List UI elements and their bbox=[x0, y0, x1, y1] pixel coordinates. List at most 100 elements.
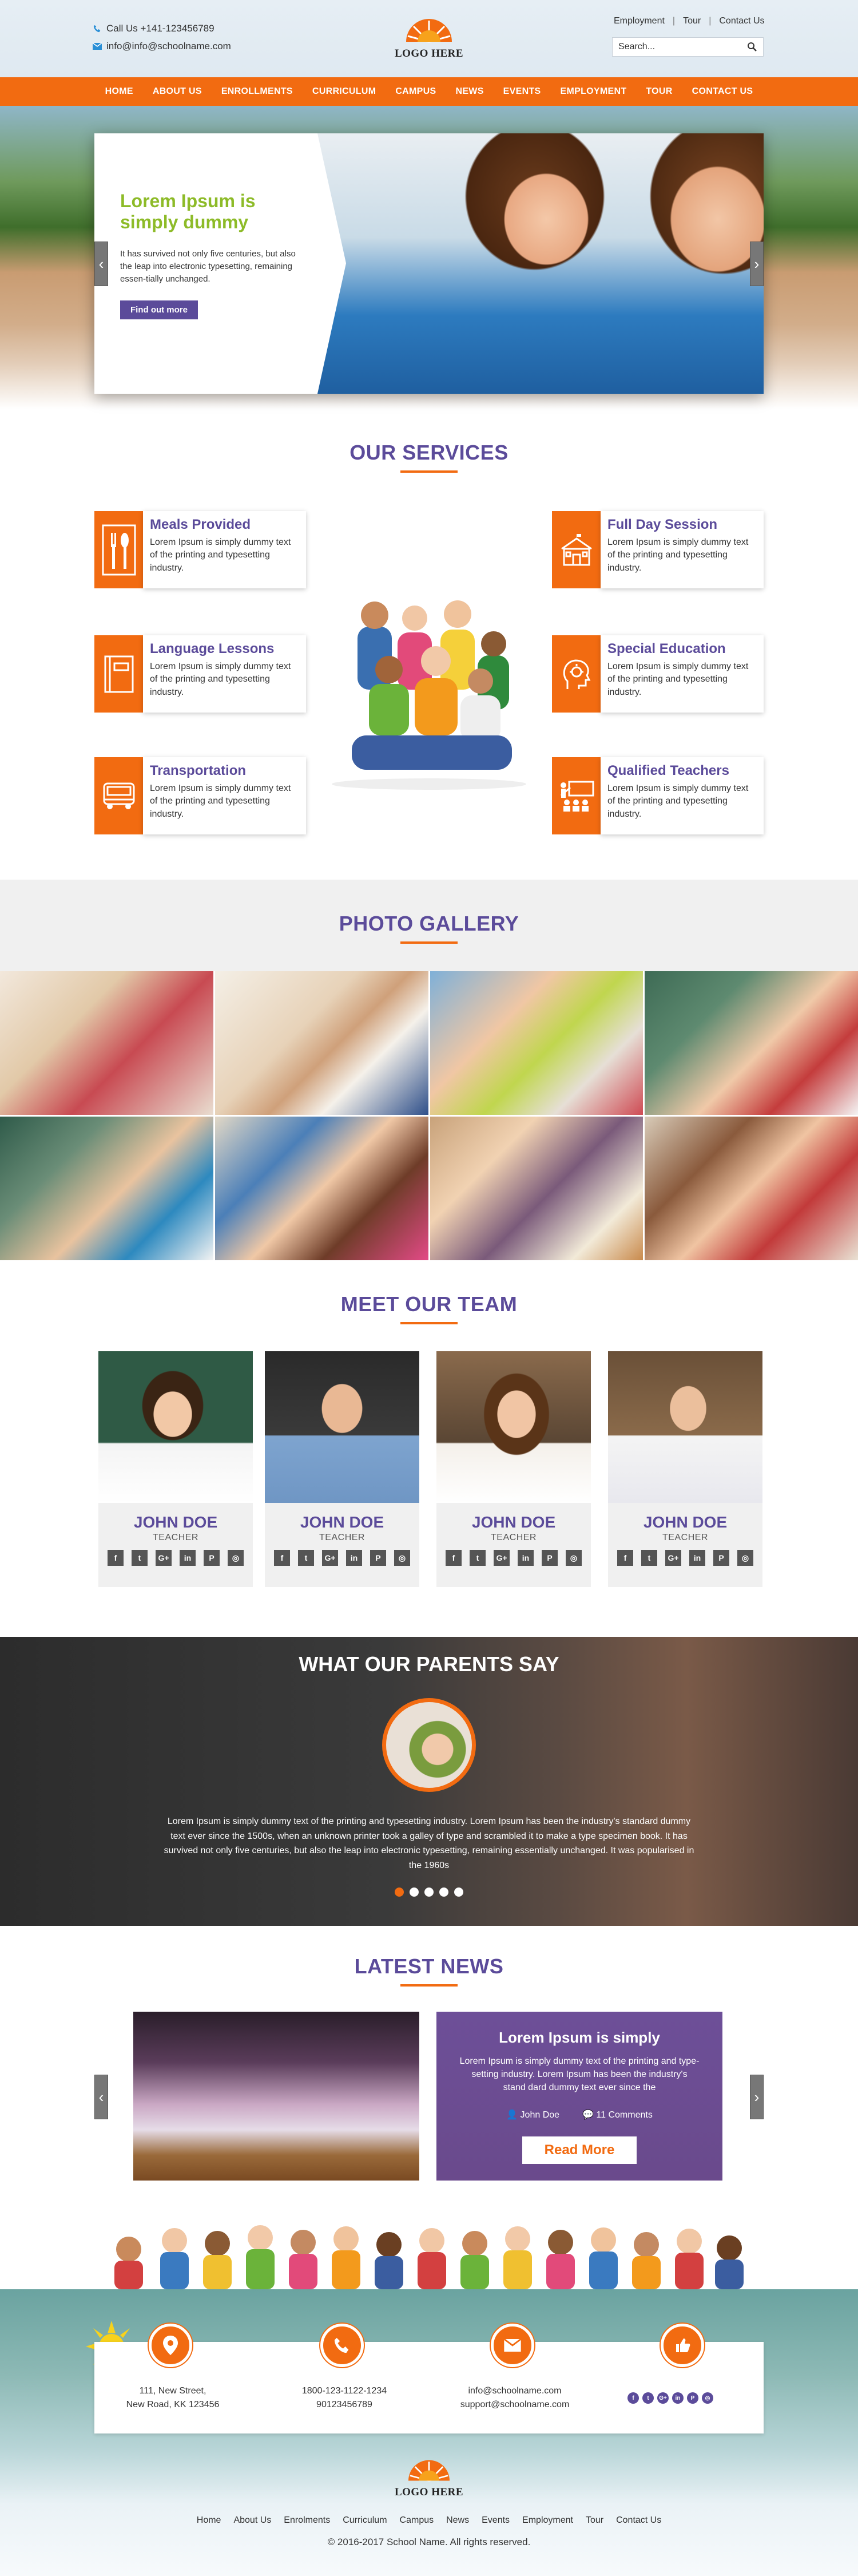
google-plus-icon[interactable]: G+ bbox=[322, 1550, 338, 1566]
instagram-icon[interactable]: ◎ bbox=[702, 2392, 713, 2404]
linkedin-icon[interactable]: in bbox=[518, 1550, 534, 1566]
service-transportation[interactable]: Transportation Lorem Ipsum is simply dum… bbox=[94, 757, 306, 834]
linkedin-icon[interactable]: in bbox=[689, 1550, 705, 1566]
twitter-icon[interactable]: t bbox=[132, 1550, 148, 1566]
service-qualified-teachers[interactable]: Qualified Teachers Lorem Ipsum is simply… bbox=[552, 757, 764, 834]
nav-about-us[interactable]: ABOUT US bbox=[153, 86, 202, 97]
service-meals[interactable]: Meals Provided Lorem Ipsum is simply dum… bbox=[94, 511, 306, 588]
facebook-icon[interactable]: f bbox=[617, 1550, 633, 1566]
pinterest-icon[interactable]: P bbox=[370, 1550, 386, 1566]
pagination-dot-2[interactable] bbox=[410, 1888, 419, 1897]
google-plus-icon[interactable]: G+ bbox=[156, 1550, 172, 1566]
news-card-title[interactable]: Lorem Ipsum is simply bbox=[436, 2029, 722, 2047]
nav-employment[interactable]: EMPLOYMENT bbox=[561, 86, 627, 97]
news-photo-performance[interactable] bbox=[133, 2012, 419, 2181]
phone-line-2: 90123456789 bbox=[316, 2400, 372, 2409]
facebook-icon[interactable]: f bbox=[627, 2392, 639, 2404]
pagination-dot-4[interactable] bbox=[439, 1888, 448, 1897]
pagination-dot-3[interactable] bbox=[424, 1888, 434, 1897]
pinterest-icon[interactable]: P bbox=[687, 2392, 698, 2404]
instagram-icon[interactable]: ◎ bbox=[566, 1550, 582, 1566]
gallery-photo[interactable] bbox=[0, 971, 213, 1115]
email-line-1[interactable]: info@schoolname.com bbox=[446, 2384, 583, 2398]
team-member-card[interactable]: JOHN DOE TEACHER f t G+ in P ◎ bbox=[436, 1351, 591, 1587]
linkedin-icon[interactable]: in bbox=[180, 1550, 196, 1566]
email-line-2[interactable]: support@schoolname.com bbox=[446, 2398, 583, 2412]
pinterest-icon[interactable]: P bbox=[713, 1550, 729, 1566]
news-prev-arrow[interactable]: ‹ bbox=[94, 2075, 108, 2119]
nav-events[interactable]: EVENTS bbox=[503, 86, 541, 97]
address-line-1: 111, New Street, bbox=[139, 2386, 206, 2396]
team-member-card[interactable]: JOHN DOE TEACHER f t G+ in P ◎ bbox=[608, 1351, 762, 1587]
news-next-arrow[interactable]: › bbox=[750, 2075, 764, 2119]
twitter-icon[interactable]: t bbox=[470, 1550, 486, 1566]
user-icon: 👤 bbox=[506, 2110, 521, 2120]
footer-link-contact-us[interactable]: Contact Us bbox=[616, 2515, 661, 2526]
team-member-photo bbox=[436, 1351, 591, 1503]
hero-next-arrow[interactable]: › bbox=[750, 242, 764, 286]
nav-tour[interactable]: TOUR bbox=[646, 86, 672, 97]
linkedin-icon[interactable]: in bbox=[346, 1550, 362, 1566]
instagram-icon[interactable]: ◎ bbox=[394, 1550, 410, 1566]
google-plus-icon[interactable]: G+ bbox=[494, 1550, 510, 1566]
team-heading: MEET OUR TEAM bbox=[340, 1292, 518, 1316]
pagination-dot-1[interactable] bbox=[395, 1888, 404, 1897]
hero-prev-arrow[interactable]: ‹ bbox=[94, 242, 108, 286]
pinterest-icon[interactable]: P bbox=[542, 1550, 558, 1566]
team-member-card[interactable]: JOHN DOE TEACHER f t G+ in P ◎ bbox=[265, 1351, 419, 1587]
team-member-card[interactable]: JOHN DOE TEACHER f t G+ in P ◎ bbox=[98, 1351, 253, 1587]
twitter-icon[interactable]: t bbox=[641, 1550, 657, 1566]
service-full-day[interactable]: Full Day Session Lorem Ipsum is simply d… bbox=[552, 511, 764, 588]
service-language[interactable]: Language Lessons Lorem Ipsum is simply d… bbox=[94, 635, 306, 713]
nav-enrollments[interactable]: ENROLLMENTS bbox=[221, 86, 293, 97]
google-plus-icon[interactable]: G+ bbox=[657, 2392, 669, 2404]
site-logo[interactable]: LOGO HERE bbox=[386, 10, 472, 73]
top-link-tour[interactable]: Tour bbox=[683, 16, 701, 26]
twitter-icon[interactable]: t bbox=[298, 1550, 314, 1566]
nav-campus[interactable]: CAMPUS bbox=[395, 86, 436, 97]
footer-link-tour[interactable]: Tour bbox=[586, 2515, 603, 2526]
gallery-photo[interactable] bbox=[214, 1117, 428, 1260]
footer-logo[interactable]: LOGO HERE bbox=[386, 2452, 472, 2515]
footer-link-home[interactable]: Home bbox=[197, 2515, 221, 2526]
top-link-employment[interactable]: Employment bbox=[614, 16, 665, 26]
find-out-more-button[interactable]: Find out more bbox=[120, 300, 198, 319]
google-plus-icon[interactable]: G+ bbox=[665, 1550, 681, 1566]
gallery-photo[interactable] bbox=[645, 1117, 858, 1260]
nav-contact-us[interactable]: CONTACT US bbox=[692, 86, 753, 97]
instagram-icon[interactable]: ◎ bbox=[737, 1550, 753, 1566]
chevron-left-icon: ‹ bbox=[98, 2088, 104, 2106]
gallery-photo[interactable] bbox=[645, 971, 858, 1115]
pagination-dot-5[interactable] bbox=[454, 1888, 463, 1897]
footer-link-campus[interactable]: Campus bbox=[400, 2515, 434, 2526]
pinterest-icon[interactable]: P bbox=[204, 1550, 220, 1566]
gallery-photo[interactable] bbox=[430, 971, 644, 1115]
facebook-icon[interactable]: f bbox=[446, 1550, 462, 1566]
instagram-icon[interactable]: ◎ bbox=[228, 1550, 244, 1566]
phone-line-1: 1800-123-1122-1234 bbox=[301, 2386, 387, 2396]
gallery-photo[interactable] bbox=[214, 971, 428, 1115]
sun-logo-icon bbox=[408, 2460, 450, 2482]
news-comments[interactable]: 💬 11 Comments bbox=[582, 2109, 653, 2120]
search-input[interactable] bbox=[618, 42, 747, 52]
nav-news[interactable]: NEWS bbox=[455, 86, 483, 97]
parent-avatar bbox=[382, 1698, 476, 1792]
footer-link-about-us[interactable]: About Us bbox=[233, 2515, 271, 2526]
service-special-education[interactable]: Special Education Lorem Ipsum is simply … bbox=[552, 635, 764, 713]
search-icon[interactable] bbox=[747, 42, 757, 52]
nav-home[interactable]: HOME bbox=[105, 86, 133, 97]
top-link-contact[interactable]: Contact Us bbox=[719, 16, 764, 26]
footer-link-news[interactable]: News bbox=[446, 2515, 469, 2526]
footer-link-enrolments[interactable]: Enrolments bbox=[284, 2515, 330, 2526]
read-more-button[interactable]: Read More bbox=[522, 2136, 637, 2164]
twitter-icon[interactable]: t bbox=[642, 2392, 654, 2404]
facebook-icon[interactable]: f bbox=[108, 1550, 124, 1566]
linkedin-icon[interactable]: in bbox=[672, 2392, 684, 2404]
nav-curriculum[interactable]: CURRICULUM bbox=[312, 86, 376, 97]
footer-link-curriculum[interactable]: Curriculum bbox=[343, 2515, 387, 2526]
gallery-photo[interactable] bbox=[0, 1117, 213, 1260]
footer-link-events[interactable]: Events bbox=[482, 2515, 510, 2526]
facebook-icon[interactable]: f bbox=[274, 1550, 290, 1566]
gallery-photo[interactable] bbox=[430, 1117, 644, 1260]
footer-link-employment[interactable]: Employment bbox=[522, 2515, 573, 2526]
